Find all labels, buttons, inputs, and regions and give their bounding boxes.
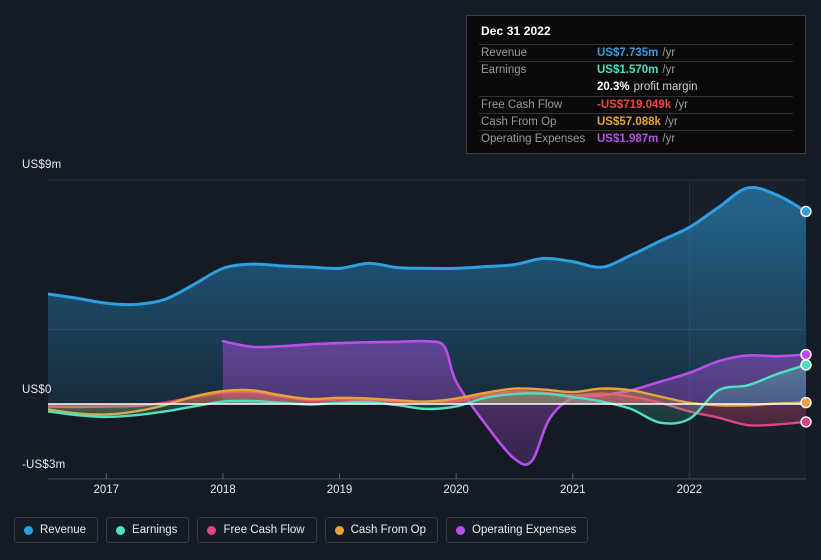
legend-item-free-cash-flow[interactable]: Free Cash Flow xyxy=(197,517,317,543)
x-axis-label-2019: 2019 xyxy=(326,484,353,496)
legend-item-cash-from-op[interactable]: Cash From Op xyxy=(324,517,439,543)
legend-color-dot-icon xyxy=(24,525,33,535)
financial-chart: US$9m US$0 -US$3m 2017 2018 2019 2020 2021 20… xyxy=(0,0,821,560)
tooltip-row-value: US$7.735m xyxy=(597,47,659,60)
tooltip-row-label: Operating Expenses xyxy=(481,133,586,146)
tooltip-row-value: US$57.088k xyxy=(597,115,661,128)
tooltip-row: Cash From Op US$57.088k/yr xyxy=(479,112,793,130)
tooltip-row: Revenue US$7.735m/yr xyxy=(479,44,793,61)
legend-color-dot-icon xyxy=(116,525,126,535)
y-axis-label-zero: US$0 xyxy=(22,384,52,396)
tooltip-row-value: US$1.987m xyxy=(597,133,659,146)
x-axis-label-2022: 2022 xyxy=(676,484,703,496)
legend-item-label: Revenue xyxy=(40,524,87,536)
tooltip-row: Earnings US$1.570m/yr xyxy=(479,61,793,78)
tooltip-row-label: Earnings xyxy=(481,64,527,77)
legend-color-dot-icon xyxy=(456,525,466,535)
tooltip-row: Free Cash Flow -US$719.049k/yr xyxy=(479,95,793,113)
legend-item-label: Free Cash Flow xyxy=(223,524,305,536)
x-axis-label-2017: 2017 xyxy=(93,484,120,496)
tooltip-row-value: -US$719.049k xyxy=(597,98,672,111)
tooltip-row: 20.3% profit margin xyxy=(479,78,793,95)
legend-color-dot-icon xyxy=(334,525,344,535)
tooltip-row-value: US$1.570m xyxy=(597,64,659,77)
tooltip-row-label: Cash From Op xyxy=(481,115,557,128)
legend-item-label: Operating Expenses xyxy=(472,524,577,536)
legend-item-operating-expenses[interactable]: Operating Expenses xyxy=(446,517,589,543)
y-axis-label-neg3m: -US$3m xyxy=(22,459,66,471)
tooltip-row-unit: /yr xyxy=(664,115,678,128)
data-tooltip: Dec 31 2022 Revenue US$7.735m/yr Earnings U… xyxy=(466,15,806,155)
tooltip-row: Operating Expenses US$1.987m/yr xyxy=(479,129,793,147)
tooltip-row-unit: /yr xyxy=(662,133,676,146)
legend-item-label: Cash From Op xyxy=(350,524,427,536)
tooltip-row-value: 20.3% xyxy=(597,80,630,93)
tooltip-row-unit: /yr xyxy=(662,47,676,60)
legend-item-revenue[interactable]: Revenue xyxy=(14,517,99,543)
y-axis-label-9m: US$9m xyxy=(22,159,62,171)
tooltip-row-unit: profit margin xyxy=(633,80,698,93)
tooltip-date: Dec 31 2022 xyxy=(481,24,551,38)
tooltip-row-unit: /yr xyxy=(662,64,676,77)
x-axis-label-2020: 2020 xyxy=(443,484,469,496)
x-axis-label-2021: 2021 xyxy=(559,484,586,496)
chart-legend: Revenue Earnings Free Cash Flow Cash From O… xyxy=(14,517,589,543)
tooltip-row-unit: /yr xyxy=(675,98,688,111)
legend-color-dot-icon xyxy=(207,525,217,535)
legend-item-earnings[interactable]: Earnings xyxy=(106,517,190,543)
tooltip-rows: Revenue US$7.735m/yr Earnings US$1.570m/yr 2… xyxy=(479,44,793,147)
tooltip-row-label: Revenue xyxy=(481,47,528,60)
tooltip-row-label: Free Cash Flow xyxy=(481,98,563,111)
x-axis-label-2018: 2018 xyxy=(210,484,236,496)
legend-item-label: Earnings xyxy=(132,524,178,536)
